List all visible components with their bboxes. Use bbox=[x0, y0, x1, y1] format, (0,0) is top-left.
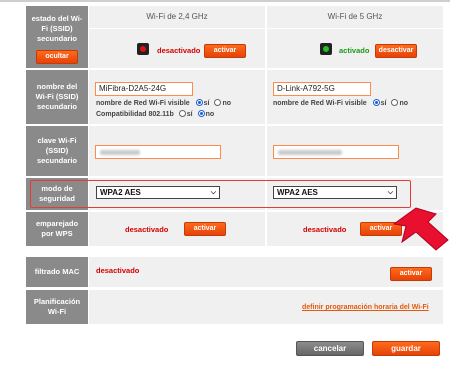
status-text-24: desactivado bbox=[157, 46, 201, 55]
label-text: clave Wi-Fi (SSID) secundario bbox=[36, 136, 77, 165]
radio-label: no bbox=[222, 100, 231, 107]
deactivate-5-button[interactable]: desactivar bbox=[375, 44, 417, 58]
radio-label: sí bbox=[186, 111, 193, 118]
masked-key-5 bbox=[278, 150, 342, 155]
wifi-secondary-settings: Wi-Fi de 2,4 GHz Wi-Fi de 5 GHz estado d… bbox=[0, 0, 450, 366]
led-red-icon bbox=[140, 46, 146, 52]
cancel-button[interactable]: cancelar bbox=[296, 341, 364, 356]
mac-status: desactivado bbox=[96, 266, 140, 275]
hide-button[interactable]: ocultar bbox=[36, 50, 78, 64]
ssid-visible-5: nombre de Red Wi-Fi visible sí no bbox=[273, 99, 408, 107]
radio-label: sí bbox=[203, 100, 210, 107]
radio-label: no bbox=[205, 111, 215, 118]
save-button[interactable]: guardar bbox=[372, 341, 440, 356]
radio-visible-no-24[interactable] bbox=[214, 99, 222, 106]
label-text: nombre del Wi-Fi (SSID) secundario bbox=[35, 82, 79, 111]
label-ssid-name: nombre del Wi-Fi (SSID) secundario bbox=[26, 70, 88, 124]
column-header-5ghz: Wi-Fi de 5 GHz bbox=[267, 6, 443, 28]
masked-key-24 bbox=[100, 150, 140, 155]
led-green-icon bbox=[323, 46, 329, 52]
label-ssid-key: clave Wi-Fi (SSID) secundario bbox=[26, 126, 88, 176]
label-text: Planificación Wi-Fi bbox=[33, 297, 81, 316]
security-highlight-box bbox=[30, 180, 411, 208]
label-mac: filtrado MAC bbox=[26, 257, 88, 287]
cell-ssid-name-5 bbox=[267, 70, 443, 124]
key-24-input[interactable] bbox=[95, 145, 221, 159]
column-header-24ghz: Wi-Fi de 2,4 GHz bbox=[89, 6, 265, 28]
wps-status-5: desactivado bbox=[303, 225, 347, 234]
ssid-visible-label: nombre de Red Wi-Fi visible bbox=[96, 100, 190, 107]
compat-80211b: Compatibilidad 802.11b sí no bbox=[96, 110, 214, 118]
radio-label: no bbox=[399, 100, 408, 107]
label-wps: emparejado por WPS bbox=[26, 212, 88, 246]
label-text: emparejado por WPS bbox=[35, 219, 79, 238]
ssid-name-24-input[interactable]: MiFibra-D2A5-24G bbox=[95, 82, 193, 96]
ssid-visible-label: nombre de Red Wi-Fi visible bbox=[273, 100, 367, 107]
radio-visible-no-5[interactable] bbox=[391, 99, 399, 106]
label-schedule: Planificación Wi-Fi bbox=[26, 290, 88, 324]
top-divider bbox=[0, 0, 450, 2]
ssid-name-5-input[interactable]: D-Link-A792-5G bbox=[273, 82, 371, 96]
status-led-24 bbox=[137, 43, 149, 55]
radio-compat-yes[interactable] bbox=[178, 110, 186, 117]
key-5-input[interactable] bbox=[273, 145, 399, 159]
schedule-link[interactable]: definir programación horaria del Wi-Fi bbox=[302, 304, 429, 311]
radio-compat-no[interactable] bbox=[197, 110, 205, 117]
pointer-arrow-icon bbox=[392, 207, 449, 251]
cell-wps-24 bbox=[89, 212, 265, 246]
ssid-visible-24: nombre de Red Wi-Fi visible sí no bbox=[96, 99, 231, 107]
wps-activate-24-button[interactable]: activar bbox=[184, 222, 226, 236]
label-text: filtrado MAC bbox=[34, 267, 80, 276]
mac-activate-button[interactable]: activar bbox=[390, 267, 432, 281]
radio-label: sí bbox=[380, 100, 387, 107]
status-text-5: activado bbox=[339, 46, 370, 55]
status-led-5 bbox=[320, 43, 332, 55]
radio-visible-yes-24[interactable] bbox=[195, 99, 203, 106]
label-text: estado del Wi-Fi (SSID) secundario bbox=[31, 14, 83, 43]
compat-label: Compatibilidad 802.11b bbox=[96, 111, 174, 118]
radio-visible-yes-5[interactable] bbox=[372, 99, 380, 106]
activate-24-button[interactable]: activar bbox=[204, 44, 246, 58]
wps-status-24: desactivado bbox=[125, 225, 169, 234]
